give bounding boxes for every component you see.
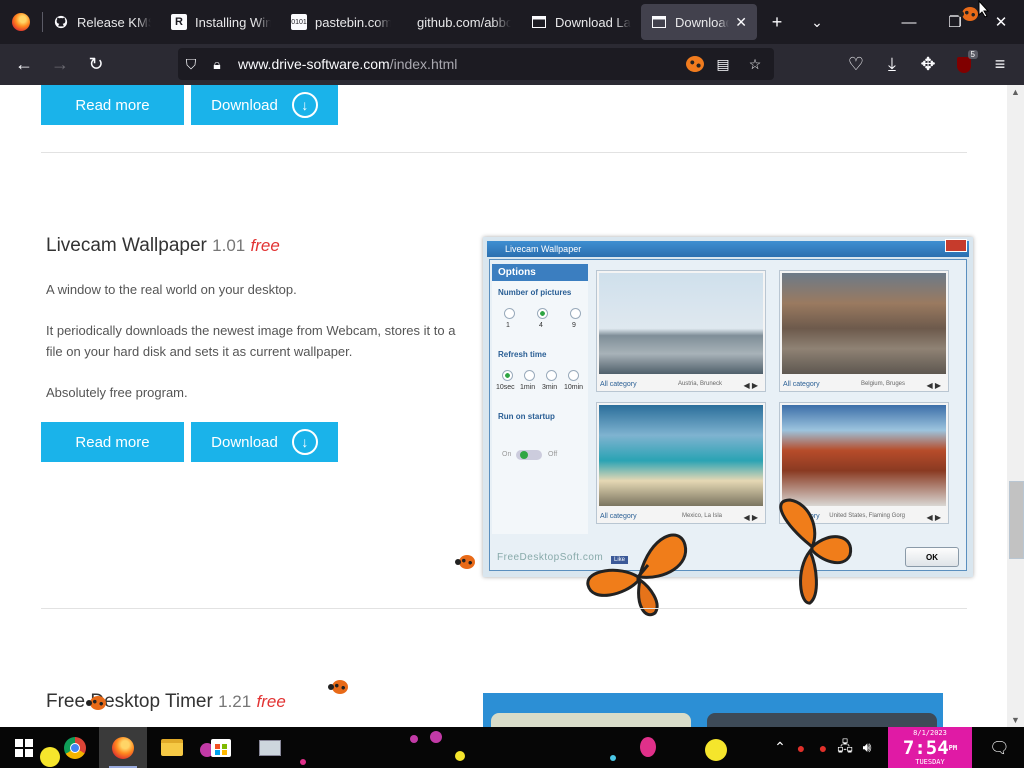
download-arrow-icon: ↓	[291, 429, 318, 455]
scrollbar-thumb[interactable]	[1009, 481, 1024, 559]
next-product-screenshot[interactable]	[483, 693, 943, 727]
list-all-tabs-button[interactable]: ⌄	[797, 0, 837, 44]
mouse-cursor-icon	[978, 0, 990, 18]
divider	[41, 608, 967, 609]
product-screenshot[interactable]: Livecam Wallpaper Options Number of pict…	[483, 237, 973, 577]
extensions-icon[interactable]: ✥	[910, 44, 946, 85]
webcam-thumb: All category Austria, Bruneck ◀ ▶	[596, 270, 766, 392]
store-icon[interactable]	[197, 727, 245, 768]
bookmark-star-icon[interactable]: ☆	[742, 56, 768, 73]
reader-view-icon[interactable]: ▤	[710, 56, 736, 73]
app-taskbar-icon[interactable]	[246, 727, 294, 768]
divider	[41, 152, 967, 153]
pastebin-icon: 0101	[291, 14, 307, 30]
ublock-icon[interactable]: 5	[946, 44, 982, 85]
firefox-taskbar-icon[interactable]	[99, 727, 147, 768]
firefox-menu-icon[interactable]	[0, 0, 42, 44]
minimize-button[interactable]: —	[886, 0, 932, 44]
tab-github-abbo[interactable]: github.com/abbo	[401, 4, 521, 40]
reload-button[interactable]: ↻	[78, 44, 114, 85]
butterfly-icon	[586, 533, 688, 617]
butterfly-icon	[779, 498, 853, 605]
ladybug-icon	[86, 696, 106, 710]
permissions-icon[interactable]: 🔒︎	[204, 56, 230, 73]
webcam-thumb: All category Belgium, Bruges ◀ ▶	[779, 270, 949, 392]
download-arrow-icon: ↓	[291, 92, 318, 118]
downloads-icon[interactable]: ⤓	[874, 44, 910, 85]
tab-release-kmsp[interactable]: Release KMSp	[43, 4, 161, 40]
film-icon	[531, 14, 547, 30]
film-icon	[651, 14, 667, 30]
startup-toggle	[516, 450, 542, 460]
ladybug-icon	[958, 7, 978, 21]
options-panel: Options Number of pictures 1 4 9 Refresh…	[492, 264, 588, 534]
chrome-taskbar-icon[interactable]	[51, 727, 99, 768]
page-scrollbar[interactable]: ▲ ▼	[1007, 85, 1024, 727]
tab-bar: Release KMSp R Installing Wind 0101 past…	[0, 0, 1024, 44]
ladybug-icon	[455, 555, 475, 569]
close-tab-icon[interactable]: ✕	[735, 14, 747, 31]
tray-app-icon[interactable]: ●	[790, 740, 812, 756]
r-icon: R	[171, 14, 187, 30]
next-product-title: Free Desktop Timer 1.21 free	[46, 691, 286, 712]
notification-center-icon[interactable]: 🗨︎	[975, 727, 1024, 768]
network-icon[interactable]: 🖧︎	[834, 736, 856, 760]
hamburger-menu-icon[interactable]: ≡	[982, 44, 1018, 85]
tab-installing-windows[interactable]: R Installing Wind	[161, 4, 281, 40]
tab-pastebin[interactable]: 0101 pastebin.com/	[281, 4, 401, 40]
download-button-prev[interactable]: Download ↓	[191, 85, 338, 125]
ladybug-extension-icon[interactable]	[686, 56, 704, 72]
navigation-bar: ← → ↻ ⛉ 🔒︎ www.drive-software.com/index.…	[0, 44, 1024, 85]
url-text[interactable]: www.drive-software.com/index.html	[238, 56, 457, 72]
webcam-thumb: All category Mexico, La Isla ◀ ▶	[596, 402, 766, 524]
product-desc-1: A window to the real world on your deskt…	[46, 282, 297, 297]
forward-button[interactable]: →	[42, 44, 78, 85]
product-title: Livecam Wallpaper 1.01 free	[46, 235, 280, 256]
tab-download-active[interactable]: Download A ✕	[641, 4, 757, 40]
ladybug-icon	[328, 680, 348, 694]
screenshot-titlebar: Livecam Wallpaper	[487, 241, 969, 257]
github-icon	[53, 14, 69, 30]
screenshot-ok-button: OK	[905, 547, 959, 567]
file-explorer-icon[interactable]	[148, 727, 196, 768]
screenshot-close-icon	[945, 239, 967, 252]
read-more-button[interactable]: Read more	[41, 422, 184, 462]
read-more-button-prev[interactable]: Read more	[41, 85, 184, 125]
system-tray: ⌃ ● ● 🖧︎ 🔊︎	[770, 727, 878, 768]
product-desc-3: Absolutely free program.	[46, 385, 188, 400]
pocket-icon[interactable]: ♡	[838, 44, 874, 85]
back-button[interactable]: ←	[6, 44, 42, 85]
start-button[interactable]	[0, 727, 48, 768]
product-desc-2: It periodically downloads the newest ima…	[46, 323, 456, 359]
chevron-up-icon[interactable]: ⌃	[770, 739, 790, 756]
taskbar-clock[interactable]: 8/1/2023 7:54PM TUESDAY	[888, 727, 972, 768]
web-page: Read more Download ↓ Livecam Wallpaper 1.…	[0, 85, 1007, 727]
tab-download-lad[interactable]: Download Lad	[521, 4, 641, 40]
address-bar[interactable]: ⛉ 🔒︎ www.drive-software.com/index.html ▤…	[178, 48, 774, 80]
windows-taskbar: ⌃ ● ● 🖧︎ 🔊︎ 8/1/2023 7:54PM TUESDAY 🗨︎	[0, 727, 1024, 768]
volume-icon[interactable]: 🔊︎	[856, 739, 878, 756]
download-button[interactable]: Download ↓	[191, 422, 338, 462]
shield-icon[interactable]: ⛉	[178, 56, 204, 73]
new-tab-button[interactable]: +	[757, 0, 797, 44]
tray-app-icon[interactable]: ●	[812, 740, 834, 756]
